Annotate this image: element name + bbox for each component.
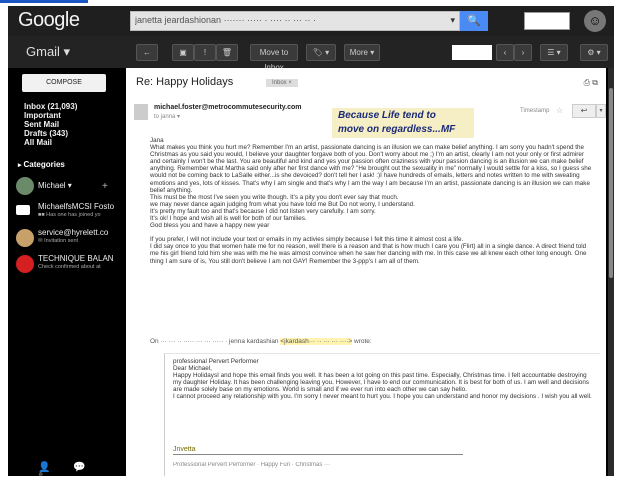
quoted-message: professional Pervert Performer Dear Mich… [164,353,600,476]
contact-status: ✉ Invitation sent [38,238,79,244]
contact-avatar [16,229,34,247]
more-actions-button[interactable]: ▾ [596,104,606,118]
body-paragraph: we may never dance again judging from wh… [150,200,415,208]
expand-icon: ▸ [18,162,22,169]
search-query-text: janetta jeardashionan ······· ····· · ··… [135,15,316,25]
report-spam-button[interactable]: ! [194,44,216,61]
signature-divider [173,454,463,455]
contact-name: MichaelfsMCSI Fosto [38,202,114,211]
folder-list: Inbox (21,093) Important Sent Mail Draft… [24,102,77,147]
signature: Jnvetta [173,446,196,453]
contact-avatar [16,255,34,273]
quote-wrote: wrote: [352,338,372,345]
prev-button[interactable]: ‹ [496,44,514,61]
body-paragraph: Jana [150,137,164,144]
message-subject: Re: Happy Holidays [136,76,234,88]
sidebar-item-sent[interactable]: Sent Mail [24,120,77,129]
search-button[interactable]: 🔍 [460,11,488,31]
scrollbar[interactable] [608,68,614,476]
quote-sticker: Because Life tend to move on regardless.… [332,108,474,138]
contact-item[interactable]: MichaelfsMCSI Fosto ■■ Has one has joine… [16,202,114,226]
contact-item[interactable]: service@hyrelett.co ✉ Invitation sent [16,228,114,252]
move-to-inbox-button[interactable]: Move to Inbox [250,44,298,72]
add-contact-icon[interactable]: + [102,181,108,192]
gmail-menu-label[interactable]: Gmail ▾ [26,44,70,60]
display-density-button[interactable]: ☰ ▾ [540,44,568,61]
more-button[interactable]: More ▾ [344,44,380,61]
body-paragraph: If you prefer, I will not include your t… [150,236,464,244]
contact-avatar [16,205,30,215]
body-paragraph: This must be the most I've seen you writ… [150,193,399,201]
back-button[interactable]: ← [136,44,158,61]
quote-email[interactable]: <jkardash··· ·· ··· ··· ····> [280,338,353,345]
sender-email[interactable]: michael.foster@metrocommutesecurity.com [154,104,302,111]
sticker-line: Because Life tend to [338,110,436,121]
sidebar: COMPOSE Inbox (21,093) Important Sent Ma… [8,68,118,476]
quoted-header: On ··· ··· ·· ····· ··· ··· ····· · jenn… [150,338,510,345]
search-options-icon[interactable]: ▾ [450,15,455,26]
body-paragraph: It's ok! I hope and wish all is well for… [150,215,307,223]
label-chip-inbox[interactable]: Inbox × [266,79,298,87]
body-paragraph: It's pretty my fault too and that's beca… [150,207,376,215]
contact-status: Check confirmed about at [38,264,101,270]
quoted-paragraph: Happy HolidaysI and hope this email find… [173,372,590,394]
contact-item[interactable]: Michael ▾ [16,176,114,200]
star-icon[interactable]: ☆ [556,106,563,115]
sticker-line: move on regardless...MF [338,124,456,135]
quote-date: On ··· ··· ·· ····· ··· ··· ····· · jenn… [150,338,281,345]
contact-item[interactable]: TECHNIQUE BALAN Check confirmed about at [16,254,114,278]
sidebar-item-important[interactable]: Important [24,111,77,120]
quoted-paragraph: I cannot proceed any relationship with y… [173,393,592,401]
print-icon[interactable]: ⎙ ⧉ [584,78,598,88]
header-bar: Google janetta jeardashionan ······· ···… [8,6,614,36]
sidebar-item-all-mail[interactable]: All Mail [24,138,77,147]
contact-name: service@hyrelett.co [38,228,109,237]
reply-button[interactable]: ↩ [572,104,596,118]
contact-status: ■■ Has one has joined yo [38,212,101,218]
body-paragraph: What makes you think you hurt me? Rememb… [150,144,592,194]
top-link-underline [0,0,88,3]
toolbar: Gmail ▾ ← ▣ ! 🗑 Move to Inbox 🏷 ▾ More ▾… [8,36,614,72]
quoted-paragraph: professional Pervert Performer [173,358,259,365]
signature-tail: Professional Pervert Performer · Happy F… [173,462,331,468]
contact-avatar [16,177,34,195]
archive-button[interactable]: ▣ [172,44,194,61]
contact-name: TECHNIQUE BALAN [38,254,114,263]
compose-button[interactable]: COMPOSE [22,74,106,92]
account-avatar[interactable]: ☺ [584,10,606,32]
message-body: Jana What makes you think you hurt me? R… [150,137,596,265]
pagination-box [452,45,492,60]
settings-button[interactable]: ⚙ ▾ [580,44,608,61]
delete-button[interactable]: 🗑 [216,44,238,61]
scrollbar-thumb[interactable] [609,88,613,278]
body-paragraph: God bless you and have a happy new year [150,222,270,230]
sidebar-item-drafts[interactable]: Drafts (343) [24,129,77,138]
sender-avatar [134,104,148,120]
body-paragraph: I did say once to you that women hate me… [150,243,587,265]
hangouts-footer-icons[interactable]: 👤 💬 📞 [38,462,118,476]
next-button[interactable]: › [514,44,532,61]
labels-button[interactable]: 🏷 ▾ [306,44,336,61]
search-input[interactable]: janetta jeardashionan ······· ····· · ··… [130,11,460,31]
message-pane: Re: Happy Holidays Inbox × ⎙ ⧉ michael.f… [126,68,606,476]
quoted-paragraph: Dear Michael, [173,365,212,373]
sidebar-item-inbox[interactable]: Inbox (21,093) [24,102,77,111]
gmail-window: Google janetta jeardashionan ······· ···… [8,6,614,476]
categories-toggle[interactable]: ▸ Categories [18,160,65,169]
recipient-line[interactable]: to janna ▾ [154,113,180,120]
categories-label: Categories [23,160,65,169]
google-logo[interactable]: Google [18,9,80,32]
account-name-box[interactable] [524,12,570,30]
message-timestamp: Timestamp [520,108,550,114]
